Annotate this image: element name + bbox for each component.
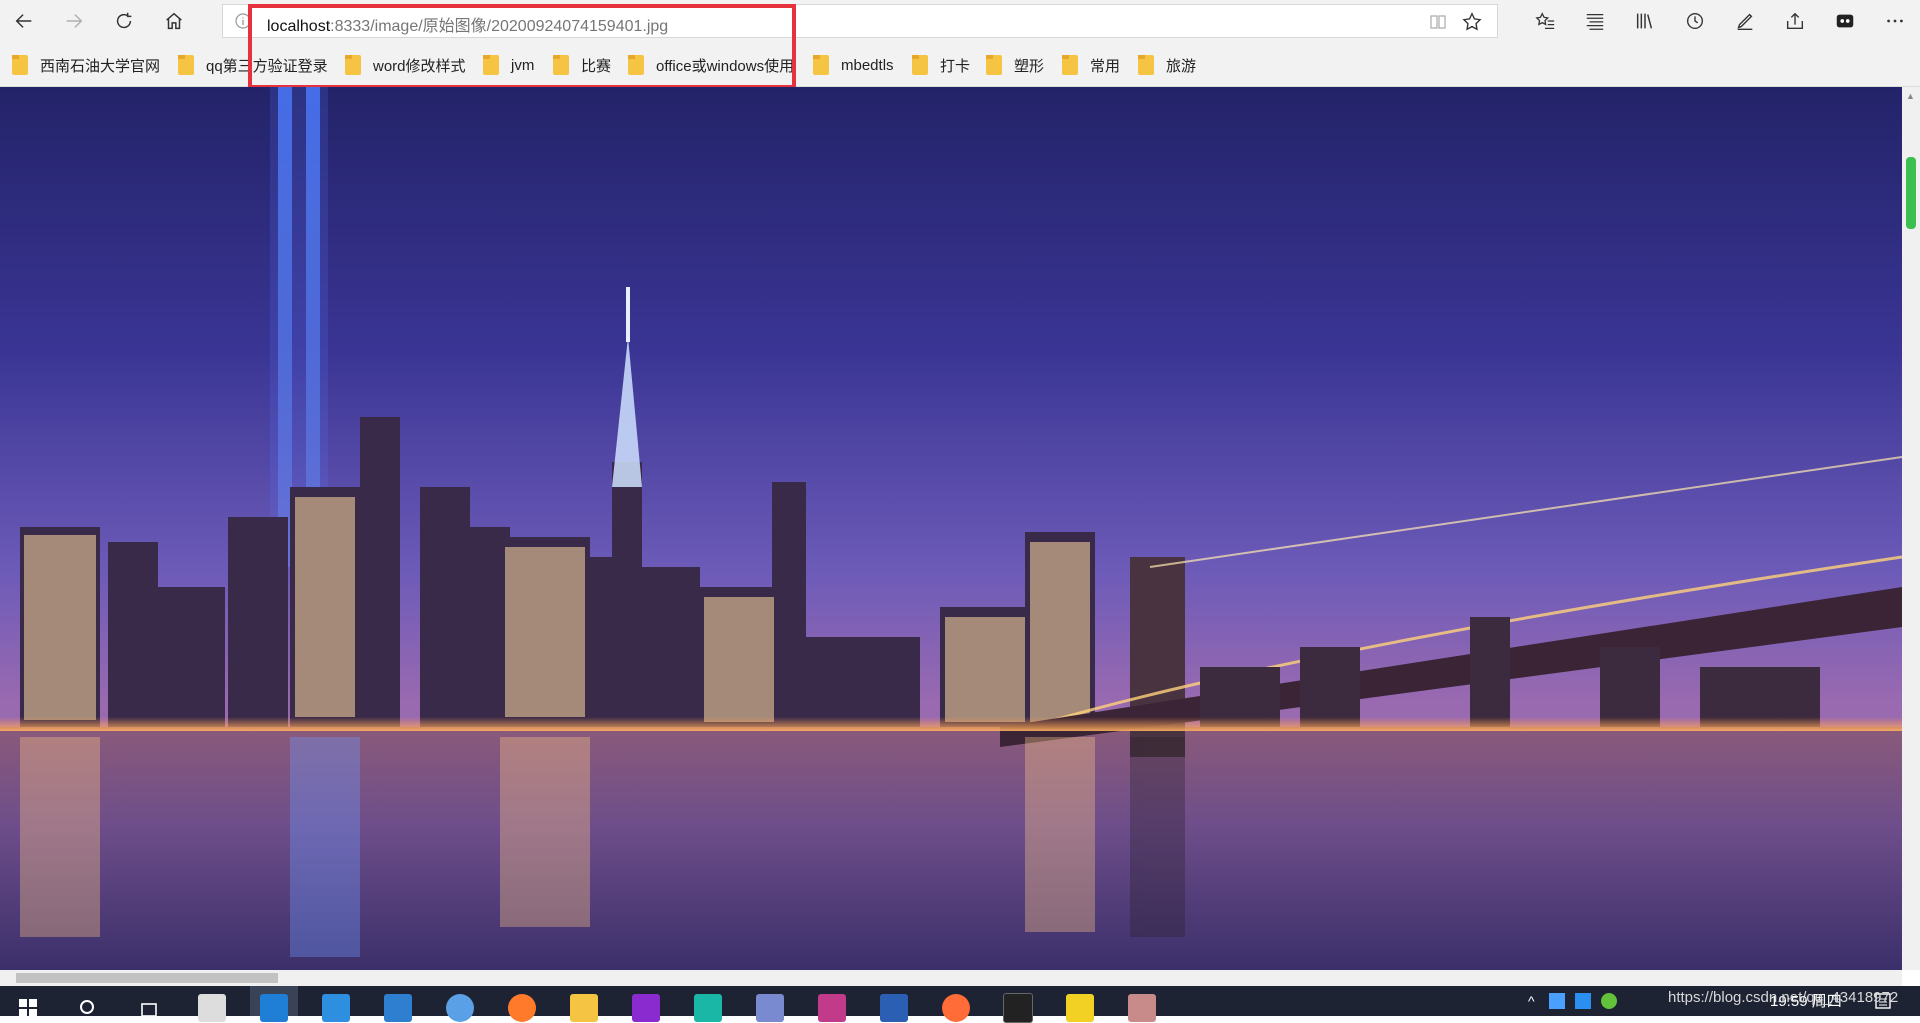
taskbar-app-hex[interactable] xyxy=(622,986,670,1022)
taskbar-app-browser[interactable] xyxy=(436,986,484,1022)
mail-icon xyxy=(384,994,412,1022)
chevron-up-icon[interactable]: ^ xyxy=(1528,993,1535,1009)
web-note-button[interactable] xyxy=(1732,8,1758,34)
taskbar-app-terminal[interactable] xyxy=(994,986,1042,1023)
highlight-box xyxy=(248,4,796,89)
taskbar-app-explorer[interactable] xyxy=(560,986,608,1022)
image-viewport xyxy=(0,87,1902,970)
task-view-icon xyxy=(141,1003,157,1017)
favorite-label: 打卡 xyxy=(940,57,971,75)
folder-icon xyxy=(570,994,598,1022)
forward-button[interactable] xyxy=(56,5,92,37)
tray-app-icon[interactable] xyxy=(1548,993,1565,1009)
home-icon xyxy=(166,12,182,30)
taskbar-app-firefox[interactable] xyxy=(498,986,546,1022)
folder-icon xyxy=(813,55,829,75)
taskbar-app-store[interactable] xyxy=(188,986,236,1022)
sticky-notes-icon xyxy=(1066,994,1094,1022)
app-icon xyxy=(1128,994,1156,1022)
windows-logo-icon xyxy=(19,999,37,1017)
postman-icon xyxy=(942,994,970,1022)
browser-icon xyxy=(446,994,474,1022)
forward-arrow-icon xyxy=(66,14,83,28)
favorite-label: mbedtls xyxy=(841,56,894,74)
pen-icon xyxy=(1737,13,1753,30)
refresh-icon xyxy=(116,12,132,29)
search-button[interactable] xyxy=(64,986,112,1016)
taskbar-app-postman[interactable] xyxy=(932,986,980,1022)
favorite-label: 西南石油大学官网 xyxy=(40,57,161,75)
watermark-text: https://blog.csdn.net/qq_43418972 xyxy=(1668,989,1899,1006)
folder-icon xyxy=(178,55,194,75)
folder-icon xyxy=(1062,55,1078,75)
scrollbar-thumb[interactable] xyxy=(16,973,278,983)
share-button[interactable] xyxy=(1782,8,1808,34)
more-menu-button[interactable] xyxy=(1882,8,1908,34)
history-icon xyxy=(1686,12,1704,30)
vertical-scrollbar[interactable]: ▲ xyxy=(1902,87,1920,970)
bluetooth-icon[interactable] xyxy=(1574,993,1591,1009)
taskbar-app-webstorm[interactable] xyxy=(684,986,732,1022)
taskbar-app-intellij[interactable] xyxy=(808,986,856,1022)
favorite-item[interactable]: 塑形 xyxy=(986,54,1044,76)
city-skyline-photo xyxy=(0,87,1902,970)
scrollbar-thumb[interactable] xyxy=(1906,157,1916,229)
folder-icon xyxy=(12,55,28,75)
favorites-list-icon xyxy=(1535,12,1555,29)
extension-icon xyxy=(1836,14,1854,28)
hex-editor-icon xyxy=(632,994,660,1022)
taskbar-app-mysql[interactable] xyxy=(746,986,794,1022)
favorites-hub-button[interactable] xyxy=(1532,8,1558,34)
favorite-item[interactable]: 旅游 xyxy=(1138,54,1196,76)
scroll-up-icon[interactable]: ▲ xyxy=(1906,91,1916,101)
favorite-label: 塑形 xyxy=(1014,57,1045,75)
favorite-label: 旅游 xyxy=(1166,57,1197,75)
app-window-icon xyxy=(322,994,350,1022)
edge-icon xyxy=(260,994,288,1022)
favorite-label: 常用 xyxy=(1090,57,1121,75)
favorite-item[interactable]: 常用 xyxy=(1062,54,1120,76)
taskbar-app-window[interactable] xyxy=(312,986,360,1022)
taskbar: ^ 19:59 周四 xyxy=(0,986,1920,1023)
dolphin-icon xyxy=(756,994,784,1022)
favorite-star-icon[interactable] xyxy=(1461,11,1483,33)
history-button[interactable] xyxy=(1682,8,1708,34)
task-view-button[interactable] xyxy=(126,986,174,1017)
folder-icon xyxy=(1138,55,1154,75)
favorite-item[interactable]: 打卡 xyxy=(912,54,970,76)
horizontal-scrollbar[interactable] xyxy=(0,970,1902,986)
webstorm-icon xyxy=(694,994,722,1022)
books-icon xyxy=(1636,13,1653,29)
store-icon xyxy=(198,994,226,1022)
reading-view-icon[interactable] xyxy=(1429,13,1447,31)
refresh-button[interactable] xyxy=(106,5,142,37)
start-button[interactable] xyxy=(4,986,52,1017)
terminal-icon xyxy=(1003,993,1033,1023)
taskbar-app-notes[interactable] xyxy=(1056,986,1104,1022)
word-icon xyxy=(880,994,908,1022)
folder-icon xyxy=(986,55,1002,75)
intellij-icon xyxy=(818,994,846,1022)
extension-button[interactable] xyxy=(1832,8,1858,34)
favorite-item[interactable]: 西南石油大学官网 xyxy=(12,54,160,76)
books-button[interactable] xyxy=(1632,8,1658,34)
taskbar-app-word[interactable] xyxy=(870,986,918,1022)
taskbar-app-edge[interactable] xyxy=(250,986,298,1022)
search-icon xyxy=(80,1000,94,1014)
tray-app-icon[interactable] xyxy=(1600,993,1617,1009)
reading-list-button[interactable] xyxy=(1582,8,1608,34)
folder-icon xyxy=(912,55,928,75)
share-icon xyxy=(1786,12,1804,30)
taskbar-app-other[interactable] xyxy=(1118,986,1166,1022)
favorite-item[interactable]: mbedtls xyxy=(813,54,894,76)
more-dots-icon xyxy=(1887,19,1903,23)
home-button[interactable] xyxy=(156,5,192,37)
system-tray: ^ xyxy=(1528,986,1627,1016)
back-button[interactable] xyxy=(6,5,42,37)
back-arrow-icon xyxy=(15,14,32,28)
taskbar-app-mail[interactable] xyxy=(374,986,422,1022)
reading-list-icon xyxy=(1586,13,1604,30)
firefox-icon xyxy=(508,994,536,1022)
